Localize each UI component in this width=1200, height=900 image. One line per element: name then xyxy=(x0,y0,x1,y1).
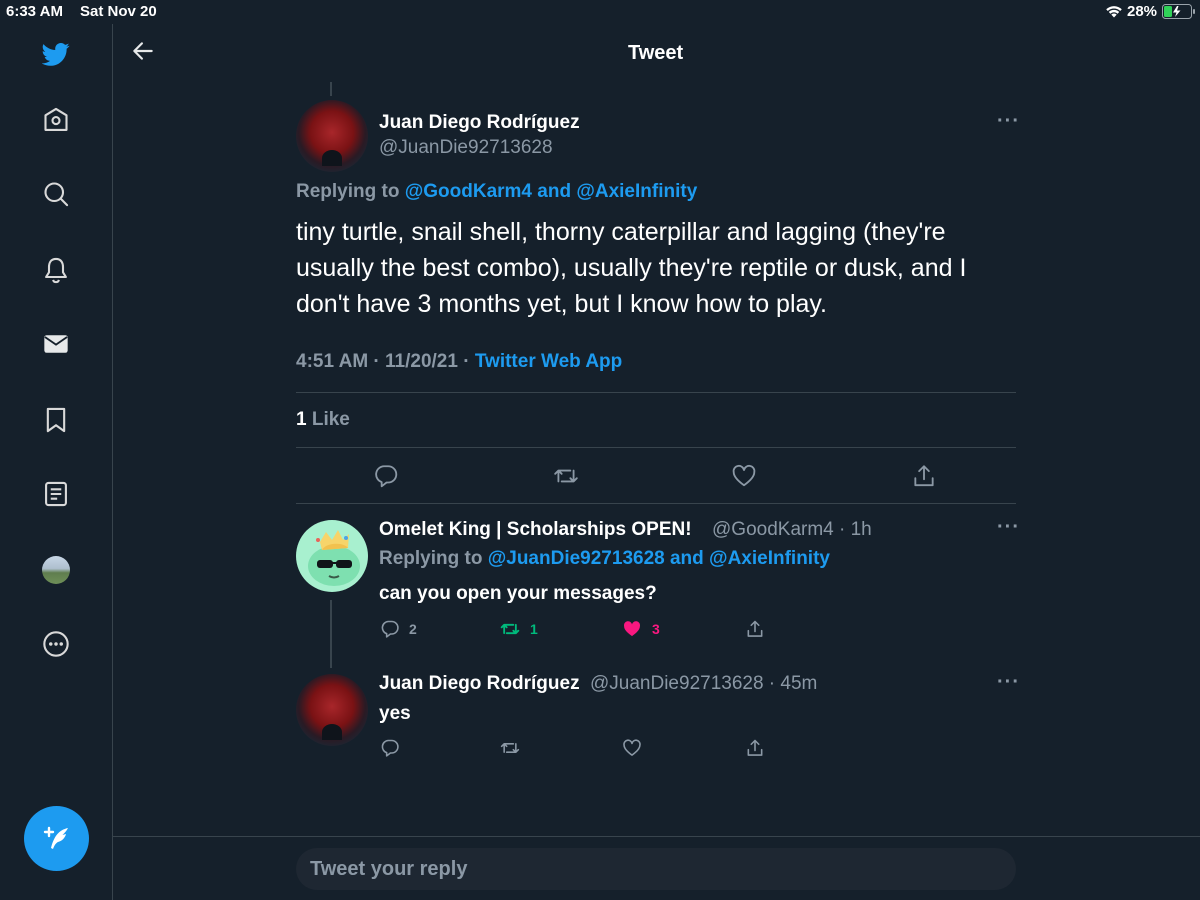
reply-text: yes xyxy=(379,703,411,724)
page-header: Tweet xyxy=(113,24,1200,80)
status-bar: 6:33 AM Sat Nov 20 28% xyxy=(0,0,1200,24)
reply-avatar-omelet[interactable] xyxy=(296,520,368,592)
reply-input[interactable] xyxy=(296,848,1016,890)
wifi-icon xyxy=(1106,6,1122,18)
tweet-meta: 4:51 AM · 11/20/21 · Twitter Web App xyxy=(296,351,622,373)
home-icon[interactable] xyxy=(40,104,72,136)
search-icon[interactable] xyxy=(40,178,72,210)
twitter-logo-icon[interactable] xyxy=(40,38,72,70)
retweet-icon[interactable] xyxy=(500,738,520,758)
bell-icon[interactable] xyxy=(40,254,72,286)
thread-line xyxy=(330,600,332,668)
like-count: 3 xyxy=(652,621,660,637)
tweet-more-button[interactable]: ··· xyxy=(997,110,1020,133)
author-avatar[interactable] xyxy=(296,100,368,172)
divider xyxy=(113,836,1200,837)
mail-icon[interactable] xyxy=(40,328,72,360)
author-handle[interactable]: @JuanDie92713628 xyxy=(379,137,553,159)
reply-icon[interactable] xyxy=(373,463,399,489)
reply-author-handle[interactable]: @JuanDie92713628 · 45m xyxy=(590,673,817,695)
replying-to: Replying to @GoodKarm4 and @AxieInfinity xyxy=(296,181,698,202)
reply-avatar-juan[interactable] xyxy=(296,674,368,746)
reply-more-button[interactable]: ··· xyxy=(997,516,1020,539)
retweet-icon[interactable] xyxy=(500,619,520,639)
like-icon[interactable] xyxy=(622,738,642,758)
share-icon[interactable] xyxy=(745,619,765,639)
battery-icon xyxy=(1162,4,1195,19)
share-icon[interactable] xyxy=(745,738,765,758)
reply-author-name[interactable]: Juan Diego Rodríguez xyxy=(379,673,580,695)
reply-icon[interactable] xyxy=(380,619,400,639)
back-arrow-icon[interactable] xyxy=(130,38,156,64)
sidebar-nav xyxy=(0,24,113,900)
replying-to: Replying to @JuanDie92713628 and @AxieIn… xyxy=(379,548,830,569)
bookmark-icon[interactable] xyxy=(40,404,72,436)
author-name[interactable]: Juan Diego Rodríguez xyxy=(379,112,580,134)
more-circle-icon[interactable] xyxy=(40,628,72,660)
divider xyxy=(296,447,1016,448)
tweet-timestamp[interactable]: 4:51 AM · 11/20/21 · xyxy=(296,351,475,372)
replying-to-links[interactable]: @GoodKarm4 and @AxieInfinity xyxy=(405,181,698,202)
retweet-count: 1 xyxy=(530,621,538,637)
battery-percent: 28% xyxy=(1127,3,1158,20)
tweet-text: tiny turtle, snail shell, thorny caterpi… xyxy=(296,218,967,318)
status-date: Sat Nov 20 xyxy=(80,3,157,20)
reply-more-button[interactable]: ··· xyxy=(997,671,1020,694)
profile-avatar[interactable] xyxy=(42,556,70,584)
like-filled-icon[interactable] xyxy=(622,619,642,639)
share-icon[interactable] xyxy=(911,463,937,489)
thread-line xyxy=(330,82,332,96)
reply-author-name[interactable]: Omelet King | Scholarships OPEN! xyxy=(379,519,692,541)
reply-author-handle[interactable]: @GoodKarm4 · 1h xyxy=(712,519,872,541)
tweet-source[interactable]: Twitter Web App xyxy=(475,351,622,372)
reply-count: 2 xyxy=(409,621,417,637)
reply-text: can you open your messages? xyxy=(379,583,657,604)
divider xyxy=(296,503,1016,504)
compose-feather-icon xyxy=(43,826,68,849)
likes-summary[interactable]: 1 Like xyxy=(296,409,350,431)
divider xyxy=(296,392,1016,393)
like-icon[interactable] xyxy=(731,463,757,489)
reply-icon[interactable] xyxy=(380,738,400,758)
like-count: 1 xyxy=(296,409,307,430)
replying-to-links[interactable]: @JuanDie92713628 and @AxieInfinity xyxy=(488,548,830,569)
compose-tweet-button[interactable] xyxy=(24,806,89,871)
list-icon[interactable] xyxy=(40,478,72,510)
like-label: Like xyxy=(306,409,350,430)
retweet-icon[interactable] xyxy=(553,463,579,489)
status-time: 6:33 AM xyxy=(6,3,63,20)
